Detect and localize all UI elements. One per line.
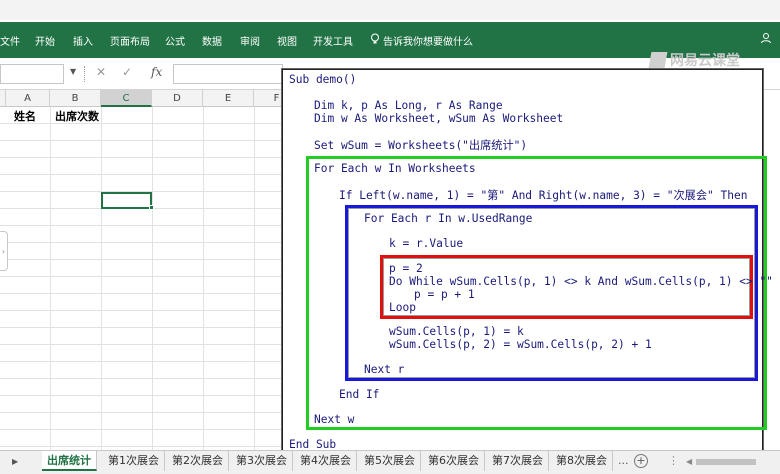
code-line-for-each-w: For Each w In Worksheets: [314, 162, 476, 175]
sheet-tab-bar: ▶ 出席统计 第1次展会 第2次展会 第3次展会 第4次展会 第5次展会 第6次…: [0, 450, 780, 474]
grid-row[interactable]: [0, 226, 300, 243]
tab-home[interactable]: 开始: [35, 33, 55, 48]
code-line-p-assign: p = 2: [389, 262, 423, 275]
enter-icon[interactable]: ✓: [122, 65, 132, 79]
tab-formulas[interactable]: 公式: [165, 33, 185, 48]
column-header-a[interactable]: A: [6, 90, 50, 107]
code-line-if: If Left(w.name, 1) = "第" And Right(w.nam…: [339, 189, 748, 202]
tab-page-layout[interactable]: 页面布局: [110, 33, 150, 48]
watermark-text: 网易云课堂: [670, 53, 740, 69]
grid-row[interactable]: [0, 345, 300, 362]
column-header-c[interactable]: C: [101, 90, 152, 107]
grid-row[interactable]: [0, 243, 300, 260]
sheet-tab-summary[interactable]: 出席统计: [42, 451, 97, 471]
code-line-sub: Sub demo(): [289, 73, 357, 86]
column-header-e[interactable]: E: [203, 90, 254, 107]
grid-row[interactable]: [0, 260, 300, 277]
tell-me-text: 告诉我你想要做什么: [383, 37, 473, 48]
grid-row[interactable]: [0, 430, 300, 447]
code-line-dim-k: Dim k, p As Long, r As Range: [314, 99, 503, 112]
tab-insert[interactable]: 插入: [73, 33, 93, 48]
grid-row[interactable]: [0, 158, 300, 175]
cell-a1[interactable]: 姓名: [14, 108, 36, 124]
grid-row[interactable]: [0, 379, 300, 396]
cell-b1[interactable]: 出席次数: [55, 108, 99, 124]
code-line-k-assign: k = r.Value: [389, 237, 464, 250]
code-line-set: Set wSum = Worksheets("出席统计"): [314, 139, 528, 152]
code-line-next-w: Next w: [314, 413, 355, 426]
tell-me-box[interactable]: 告诉我你想要做什么: [370, 33, 473, 48]
tab-data[interactable]: 数据: [202, 33, 222, 48]
insert-function-button[interactable]: fx: [151, 65, 162, 79]
fill-handle[interactable]: [149, 205, 154, 210]
title-bar: [0, 0, 780, 22]
sheet-tab-4[interactable]: 第4次展会: [295, 451, 357, 471]
scrollbar-thumb[interactable]: [696, 459, 756, 465]
grid-row[interactable]: [0, 209, 300, 226]
formula-input[interactable]: [173, 64, 283, 84]
account-icon[interactable]: [760, 32, 772, 47]
grid-row[interactable]: [0, 362, 300, 379]
scroll-tabs-right-icon[interactable]: ▶: [12, 457, 18, 466]
name-box[interactable]: [0, 64, 64, 84]
watermark: 网易云课堂: [648, 50, 740, 70]
chevron-right-icon[interactable]: ›: [0, 231, 8, 271]
tab-view[interactable]: 视图: [277, 33, 297, 48]
grid-row[interactable]: [0, 277, 300, 294]
sheet-tab-2[interactable]: 第2次展会: [167, 451, 229, 471]
grid-row[interactable]: [0, 175, 300, 192]
formula-bar-divider: [84, 66, 86, 82]
tab-review[interactable]: 审阅: [240, 33, 260, 48]
scroll-left-icon[interactable]: ◀: [686, 457, 692, 466]
logo-icon: [648, 52, 668, 68]
selected-cell[interactable]: [101, 192, 152, 209]
sheet-tab-6[interactable]: 第6次展会: [423, 451, 485, 471]
tab-developer[interactable]: 开发工具: [313, 33, 353, 48]
code-line-loop: Loop: [389, 301, 416, 314]
grid-row[interactable]: [0, 396, 300, 413]
column-header-d[interactable]: D: [152, 90, 203, 107]
code-line-cells-count: wSum.Cells(p, 2) = wSum.Cells(p, 2) + 1: [389, 338, 652, 351]
chevron-down-icon[interactable]: ▼: [70, 67, 76, 76]
column-header-b[interactable]: B: [50, 90, 101, 107]
code-line-cells-k: wSum.Cells(p, 1) = k: [389, 325, 524, 338]
add-sheet-button[interactable]: +: [634, 454, 648, 468]
sheet-tab-5[interactable]: 第5次展会: [359, 451, 421, 471]
code-line-do-while: Do While wSum.Cells(p, 1) <> k And wSum.…: [389, 275, 773, 288]
lightbulb-icon: [370, 33, 380, 48]
sheet-tab-7[interactable]: 第7次展会: [487, 451, 549, 471]
more-sheets-button[interactable]: ...: [618, 454, 629, 467]
code-line-end-if: End If: [339, 388, 380, 401]
worksheet-grid[interactable]: A B C D E F 姓名 出席次数: [0, 90, 300, 450]
code-line-p-increment: p = p + 1: [414, 288, 475, 301]
sheet-tab-1[interactable]: 第1次展会: [103, 451, 165, 471]
scrollbar-split-handle[interactable]: ⋮: [668, 454, 680, 467]
grid-row[interactable]: [0, 328, 300, 345]
column-headers: A B C D E F: [0, 90, 300, 107]
horizontal-scrollbar[interactable]: ⋮ ◀: [668, 454, 776, 467]
code-line-for-each-r: For Each r In w.UsedRange: [364, 212, 533, 225]
sheet-tab-3[interactable]: 第3次展会: [231, 451, 293, 471]
tab-file[interactable]: 文件: [0, 33, 20, 48]
code-line-dim-w: Dim w As Worksheet, wSum As Worksheet: [314, 112, 564, 125]
grid-row[interactable]: [0, 294, 300, 311]
code-line-next-r: Next r: [364, 363, 405, 376]
sheet-tab-8[interactable]: 第8次展会: [551, 451, 613, 471]
grid-row[interactable]: [0, 124, 300, 141]
grid-row[interactable]: [0, 311, 300, 328]
title-bar-background: [0, 0, 780, 20]
grid-row[interactable]: [0, 141, 300, 158]
grid-row[interactable]: [0, 107, 300, 124]
grid-row[interactable]: [0, 413, 300, 430]
cancel-icon[interactable]: ✕: [96, 65, 106, 79]
